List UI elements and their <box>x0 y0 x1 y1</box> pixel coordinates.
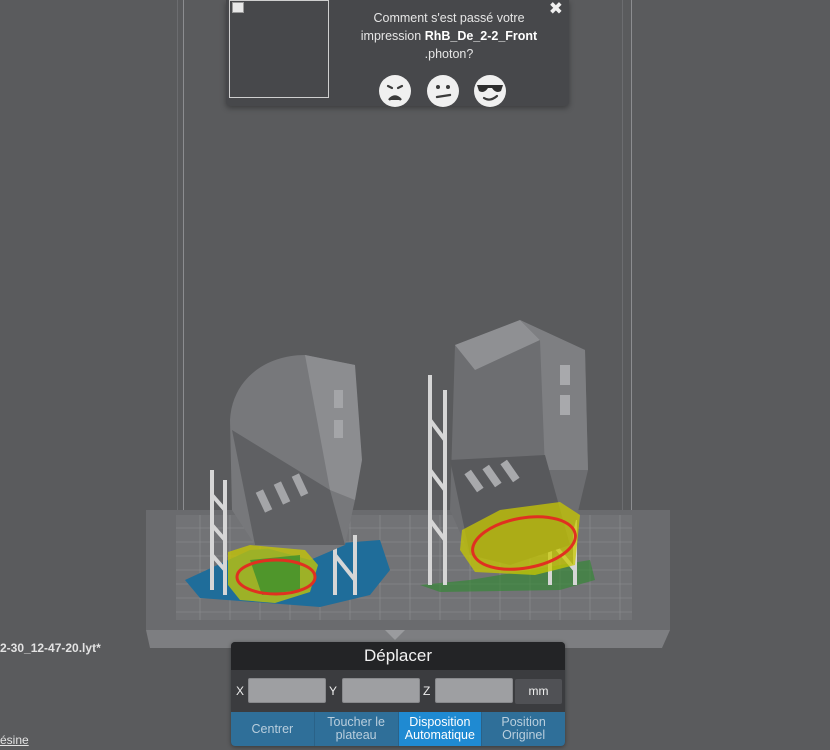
close-icon[interactable]: ✖ <box>549 0 563 19</box>
print-feedback-popup: Comment s'est passé votre impression RhB… <box>226 0 569 108</box>
y-input[interactable] <box>342 678 420 703</box>
feedback-prefix: impression <box>360 29 422 43</box>
resin-link[interactable]: ésine <box>0 733 29 747</box>
auto-layout-button[interactable]: Disposition Automatique <box>398 712 483 746</box>
rating-faces <box>376 74 516 108</box>
original-position-button[interactable]: Position Originel <box>482 712 565 746</box>
move-panel-title: Déplacer <box>231 642 565 670</box>
y-axis-label: Y <box>329 684 338 698</box>
model-right[interactable] <box>0 0 830 750</box>
feedback-line1: Comment s'est passé votre <box>373 11 525 25</box>
center-button[interactable]: Centrer <box>231 712 315 746</box>
unit-selector[interactable]: mm <box>515 679 562 704</box>
broken-image-icon <box>232 2 244 13</box>
x-axis-label: X <box>236 684 245 698</box>
neutral-face-icon[interactable] <box>426 74 460 108</box>
z-axis-label: Z <box>423 684 431 698</box>
sad-face-icon[interactable] <box>378 74 412 108</box>
x-input[interactable] <box>248 678 326 703</box>
3d-viewport[interactable] <box>0 0 830 750</box>
feedback-extension: .photon? <box>424 47 474 61</box>
cool-face-icon[interactable] <box>473 74 507 108</box>
move-actions: Centrer Toucher le plateau Disposition A… <box>231 712 565 746</box>
project-filename: 2-30_12-47-20.lyt* <box>0 641 101 655</box>
move-panel: Déplacer X Y Z mm Centrer Toucher le pla… <box>231 642 565 746</box>
feedback-filename: RhB_De_2-2_Front <box>424 29 538 43</box>
print-thumbnail <box>229 0 329 98</box>
feedback-message: Comment s'est passé votre impression RhB… <box>344 9 554 63</box>
touch-plate-button[interactable]: Toucher le plateau <box>314 712 399 746</box>
z-input[interactable] <box>435 678 513 703</box>
